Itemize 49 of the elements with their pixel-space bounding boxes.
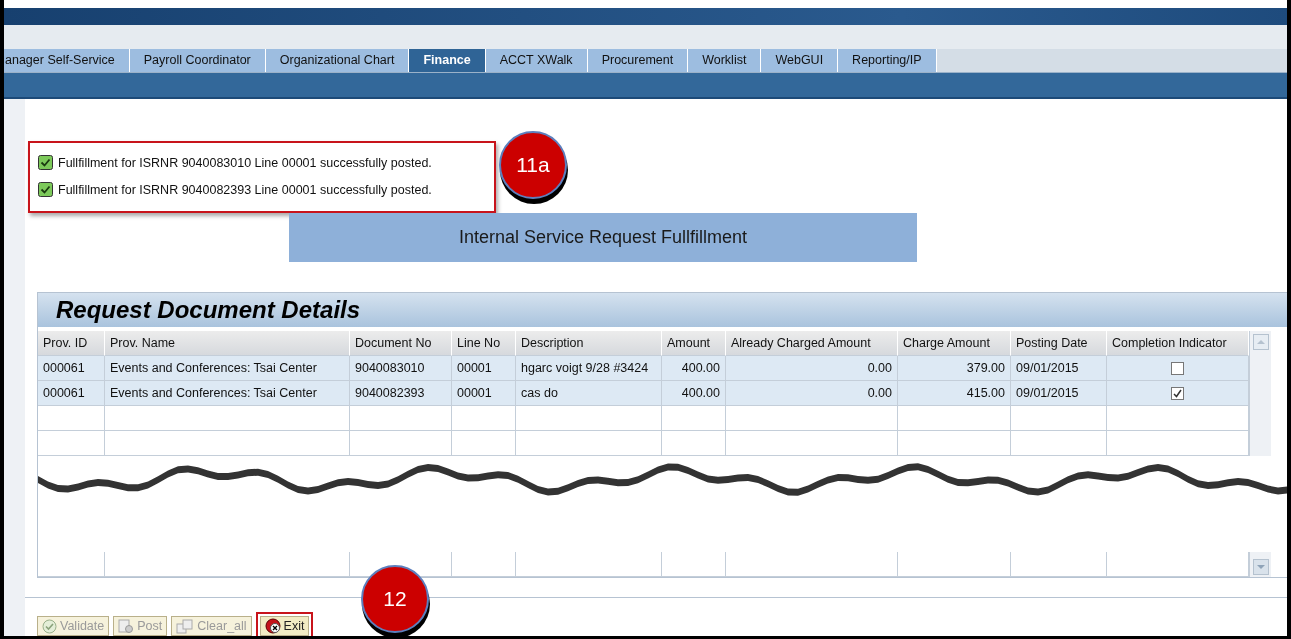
completion-checkbox[interactable] [1171, 386, 1184, 400]
column-header[interactable]: Line No [452, 331, 516, 356]
step-callout: 12 [361, 565, 429, 633]
table-cell: Events and Conferences: Tsai Center [105, 356, 350, 381]
tab[interactable]: Payroll Coordinator [129, 48, 266, 72]
page-title: Internal Service Request Fullfillment [289, 213, 917, 262]
table-cell: 0.00 [726, 356, 898, 381]
column-header[interactable]: Charge Amount [898, 331, 1011, 356]
gear-document-icon [118, 618, 135, 634]
table-cell: 9040082393 [350, 381, 452, 406]
column-header[interactable]: Description [516, 331, 662, 356]
tab[interactable]: WebGUI [761, 48, 839, 72]
column-header[interactable]: Already Charged Amount [726, 331, 898, 356]
scroll-down-icon[interactable] [1252, 559, 1269, 575]
column-header[interactable]: Document No [350, 331, 452, 356]
table-cell: 00001 [452, 381, 516, 406]
tab[interactable]: anager Self-Service [4, 48, 130, 72]
table-cell: hgarc voigt 9/28 #3424 [516, 356, 662, 381]
check-circle-icon [42, 618, 57, 634]
table-title: Request Document Details [38, 293, 1287, 327]
tab[interactable]: Organizational Chart [265, 48, 410, 72]
success-check-icon [38, 155, 53, 170]
table-cell: Events and Conferences: Tsai Center [105, 381, 350, 406]
table-cell: 415.00 [898, 381, 1011, 406]
completion-checkbox[interactable] [1171, 361, 1184, 375]
tab[interactable]: Finance [409, 48, 486, 72]
table-cell: 9040083010 [350, 356, 452, 381]
tab[interactable]: Reporting/IP [838, 48, 937, 72]
table-cell: 400.00 [662, 356, 726, 381]
table-cell: 000061 [38, 381, 105, 406]
documents-icon [176, 618, 195, 634]
column-header[interactable]: Completion Indicator [1107, 331, 1249, 356]
table-cell: cas do [516, 381, 662, 406]
tab[interactable]: Worklist [688, 48, 762, 72]
message-text: Fullfillment for ISRNR 9040083010 Line 00001 successfully posted. [58, 155, 432, 170]
table-cell: 0.00 [726, 381, 898, 406]
success-check-icon [38, 182, 53, 197]
table-cell: 00001 [452, 356, 516, 381]
table-cell: 09/01/2015 [1011, 356, 1107, 381]
table-cell: 379.00 [898, 356, 1011, 381]
message-text: Fullfillment for ISRNR 9040082393 Line 00001 successfully posted. [58, 182, 432, 197]
table-cell: 400.00 [662, 381, 726, 406]
column-header[interactable]: Prov. ID [38, 331, 105, 356]
column-header[interactable]: Amount [662, 331, 726, 356]
table-cell: 09/01/2015 [1011, 381, 1107, 406]
table-cell: 000061 [38, 356, 105, 381]
close-icon [264, 618, 281, 634]
column-header[interactable]: Posting Date [1011, 331, 1107, 356]
column-header[interactable]: Prov. Name [105, 331, 350, 356]
